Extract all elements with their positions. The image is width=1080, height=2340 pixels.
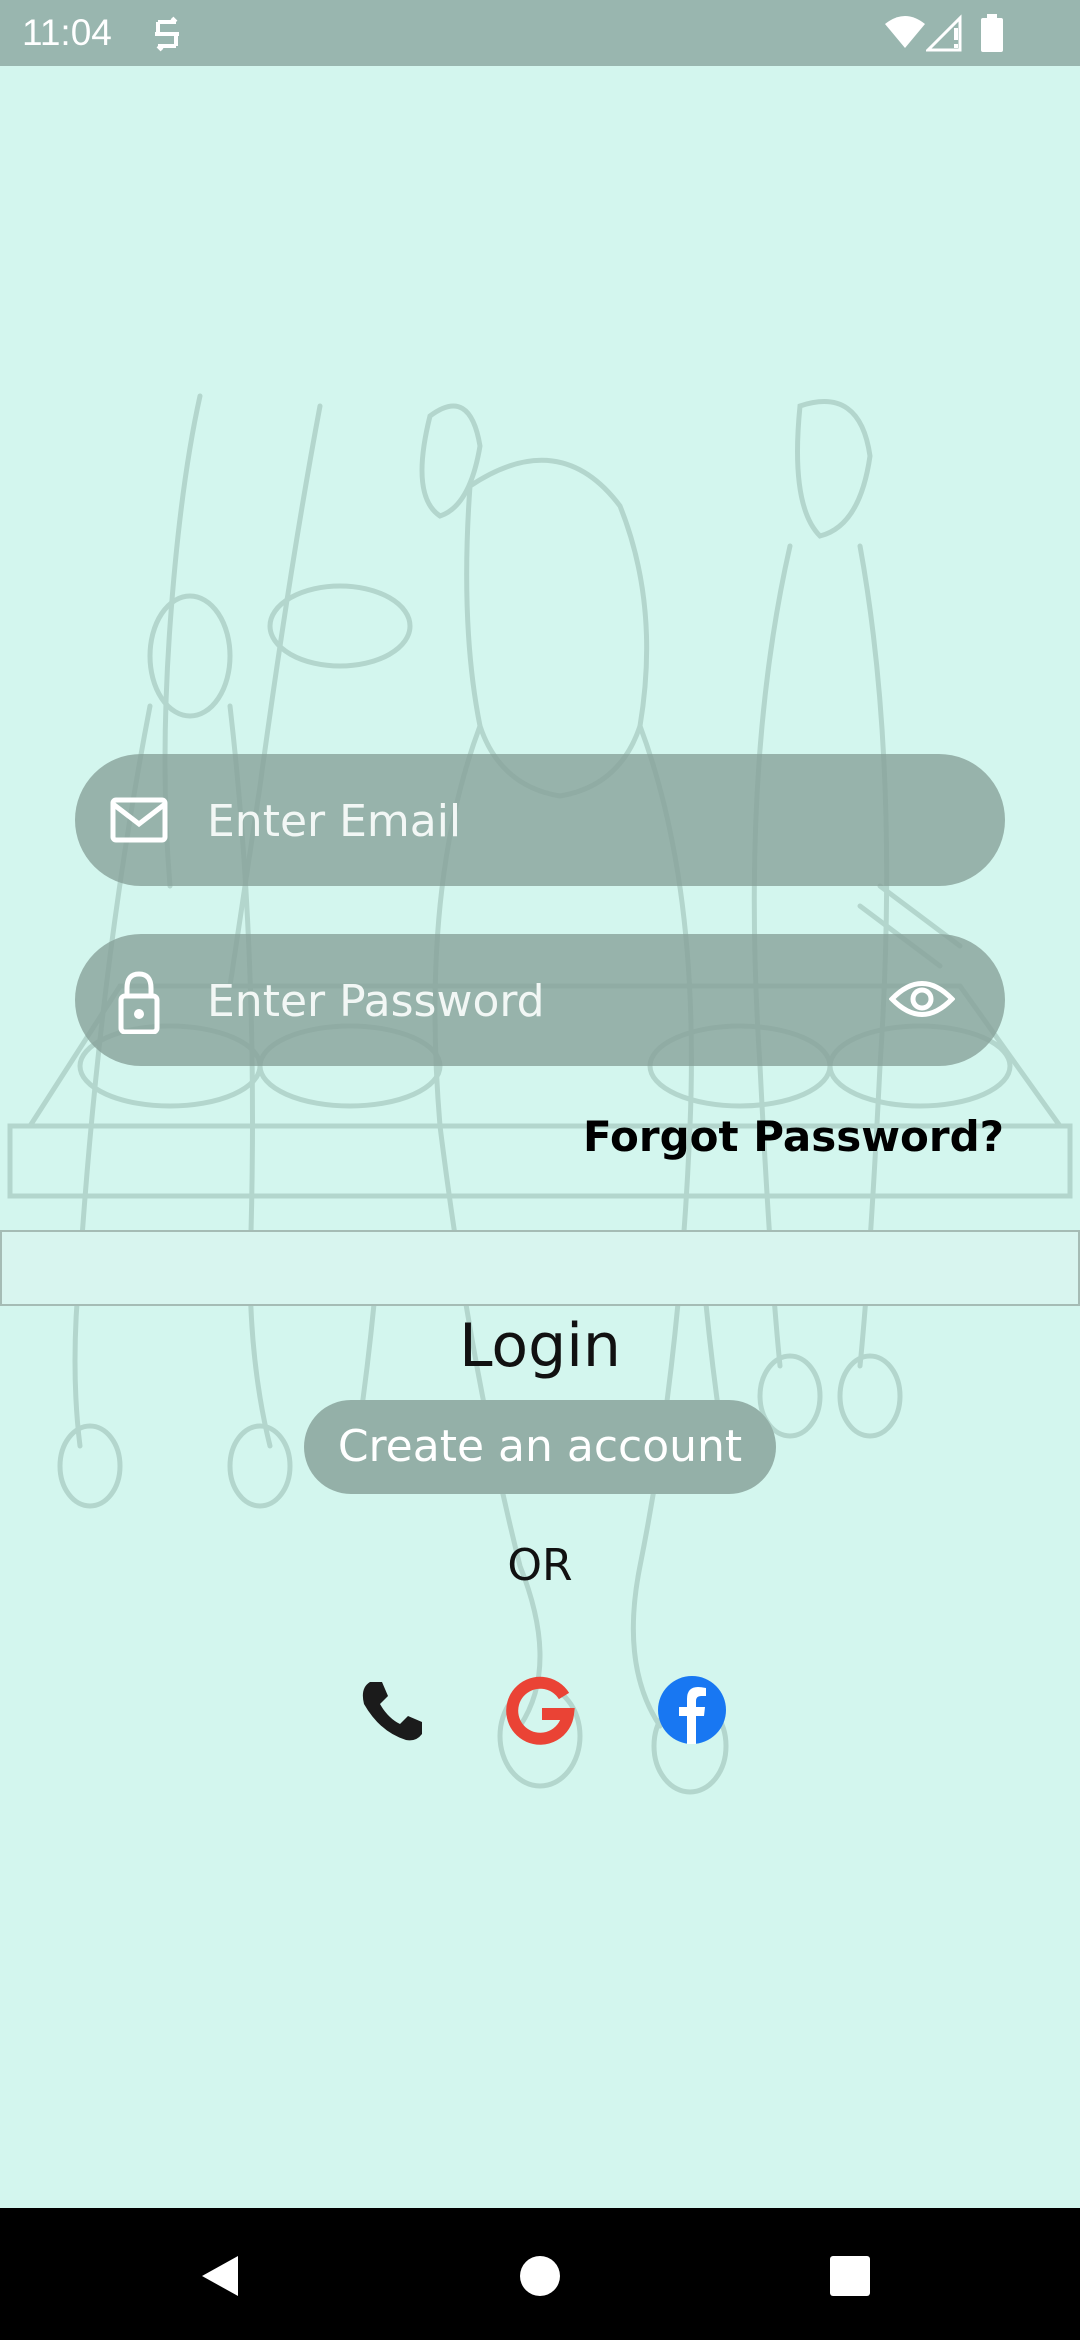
password-field-container[interactable] (75, 934, 1005, 1066)
wifi-icon (885, 16, 925, 48)
facebook-icon[interactable] (656, 1674, 728, 1746)
battery-icon (981, 14, 1003, 52)
home-icon[interactable] (518, 2254, 562, 2298)
status-time: 11:04 (22, 12, 112, 53)
eye-icon[interactable] (889, 974, 955, 1024)
or-separator: OR (507, 1540, 573, 1591)
forgot-password-link[interactable]: Forgot Password? (583, 1112, 1004, 1161)
navigation-bar (0, 2208, 1080, 2340)
sync-icon (155, 16, 179, 52)
lock-icon (118, 971, 160, 1034)
divider-box (0, 1230, 1080, 1306)
status-bar: 11:04 (0, 0, 1080, 66)
phone-icon[interactable] (356, 1674, 428, 1746)
back-icon[interactable] (198, 2254, 242, 2298)
password-input[interactable] (205, 956, 909, 1046)
email-field-container[interactable] (75, 754, 1005, 886)
signal-icon (926, 14, 962, 52)
mail-icon (110, 797, 168, 843)
email-input[interactable] (205, 776, 909, 866)
google-icon[interactable] (504, 1674, 576, 1746)
recent-apps-icon[interactable] (828, 2254, 872, 2298)
login-button[interactable]: Login (0, 1306, 1080, 1386)
create-account-button[interactable]: Create an account (304, 1400, 776, 1494)
